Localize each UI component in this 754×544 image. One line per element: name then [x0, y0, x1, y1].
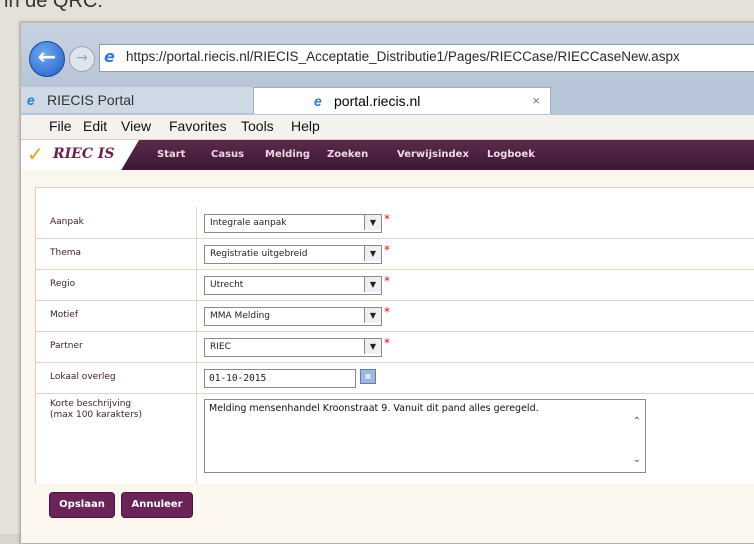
scroll-down-icon[interactable]: ⌄ — [633, 454, 641, 465]
scroll-up-icon[interactable]: ⌃ — [633, 416, 641, 427]
menu-help[interactable]: Help — [291, 118, 320, 134]
close-tab-icon[interactable]: × — [532, 88, 540, 114]
case-form: Aanpak Integrale aanpak ▼ * Thema Regist… — [35, 187, 754, 509]
menu-edit[interactable]: Edit — [83, 118, 107, 134]
page-header-text: in de QRC: — [4, 0, 103, 12]
chevron-down-icon[interactable]: ▼ — [364, 339, 381, 354]
label-max-karakters: (max 100 karakters) — [50, 410, 142, 420]
address-bar[interactable]: e https://portal.riecis.nl/RIECIS_Accept… — [99, 44, 754, 72]
required-marker: * — [384, 305, 390, 319]
bird-logo-icon: ✓ — [27, 142, 44, 166]
nav-melding[interactable]: Melding — [265, 149, 310, 160]
label-motief: Motief — [50, 310, 79, 320]
ie-tab-icon: e — [314, 93, 322, 109]
form-row-lokaal-overleg: Lokaal overleg 01-10-2015 ▦ — [36, 362, 754, 394]
browser-window: ← → e https://portal.riecis.nl/RIECIS_Ac… — [20, 22, 754, 544]
nav-zoeken[interactable]: Zoeken — [327, 149, 368, 160]
form-row-partner: Partner RIEC ▼ * — [36, 331, 754, 363]
tab-row: e RIECIS Portal e portal.riecis.nl × — [21, 85, 754, 115]
app-navigation: ✓ RIEC IS Start Casus Melding Zoeken Ver… — [21, 140, 754, 170]
cancel-button[interactable]: Annuleer — [121, 492, 193, 518]
menu-tools[interactable]: Tools — [241, 118, 274, 134]
label-korte-beschrijving: Korte beschrijving — [50, 399, 132, 409]
nav-verwijsindex[interactable]: Verwijsindex — [397, 149, 469, 160]
required-marker: * — [384, 274, 390, 288]
content-area: Aanpak Integrale aanpak ▼ * Thema Regist… — [21, 170, 754, 543]
form-row-regio: Regio Utrecht ▼ * — [36, 269, 754, 301]
menu-bar: File Edit View Favorites Tools Help — [21, 115, 754, 140]
select-partner[interactable]: RIEC ▼ — [204, 338, 382, 357]
label-partner: Partner — [50, 341, 83, 351]
chevron-down-icon[interactable]: ▼ — [364, 215, 381, 230]
tab-label: portal.riecis.nl — [334, 93, 421, 109]
label-aanpak: Aanpak — [50, 217, 84, 227]
chevron-down-icon[interactable]: ▼ — [364, 246, 381, 261]
url-text[interactable]: https://portal.riecis.nl/RIECIS_Acceptat… — [126, 49, 680, 64]
forward-button[interactable]: → — [69, 46, 95, 72]
ie-tab-icon: e — [27, 92, 35, 108]
tab-riecis-portal[interactable]: e RIECIS Portal — [21, 87, 254, 113]
label-lokaal-overleg: Lokaal overleg — [50, 372, 116, 382]
nav-start[interactable]: Start — [157, 149, 185, 160]
nav-casus[interactable]: Casus — [211, 149, 244, 160]
save-button[interactable]: Opslaan — [49, 492, 115, 518]
chevron-down-icon[interactable]: ▼ — [364, 308, 381, 323]
tab-portal-riecis[interactable]: e portal.riecis.nl × — [253, 87, 551, 114]
form-row-aanpak: Aanpak Integrale aanpak ▼ * — [36, 207, 754, 239]
select-regio[interactable]: Utrecht ▼ — [204, 276, 382, 295]
form-row-motief: Motief MMA Melding ▼ * — [36, 300, 754, 332]
form-row-beschrijving: Korte beschrijving (max 100 karakters) M… — [36, 393, 754, 483]
logo-text: RIEC IS — [53, 146, 115, 162]
korte-beschrijving-textarea[interactable]: Melding mensenhandel Kroonstraat 9. Vanu… — [204, 399, 646, 473]
select-aanpak[interactable]: Integrale aanpak ▼ — [204, 214, 382, 233]
logo: ✓ RIEC IS — [21, 140, 139, 170]
label-thema: Thema — [50, 248, 82, 258]
button-bar: Opslaan Annuleer — [35, 484, 754, 534]
menu-favorites[interactable]: Favorites — [169, 118, 227, 134]
form-row-thema: Thema Registratie uitgebreid ▼ * — [36, 238, 754, 270]
menu-file[interactable]: File — [49, 118, 72, 134]
lokaal-overleg-date-input[interactable]: 01-10-2015 — [204, 369, 356, 388]
tab-label: RIECIS Portal — [47, 92, 135, 108]
back-button[interactable]: ← — [29, 41, 65, 77]
menu-view[interactable]: View — [121, 118, 151, 134]
address-bar-area: ← → e https://portal.riecis.nl/RIECIS_Ac… — [21, 23, 754, 85]
select-motief[interactable]: MMA Melding ▼ — [204, 307, 382, 326]
select-thema[interactable]: Registratie uitgebreid ▼ — [204, 245, 382, 264]
chevron-down-icon[interactable]: ▼ — [364, 277, 381, 292]
label-regio: Regio — [50, 279, 76, 289]
nav-logboek[interactable]: Logboek — [487, 149, 535, 160]
required-marker: * — [384, 212, 390, 226]
required-marker: * — [384, 336, 390, 350]
ie-page-icon: e — [104, 47, 115, 66]
calendar-icon[interactable]: ▦ — [360, 369, 376, 384]
required-marker: * — [384, 243, 390, 257]
